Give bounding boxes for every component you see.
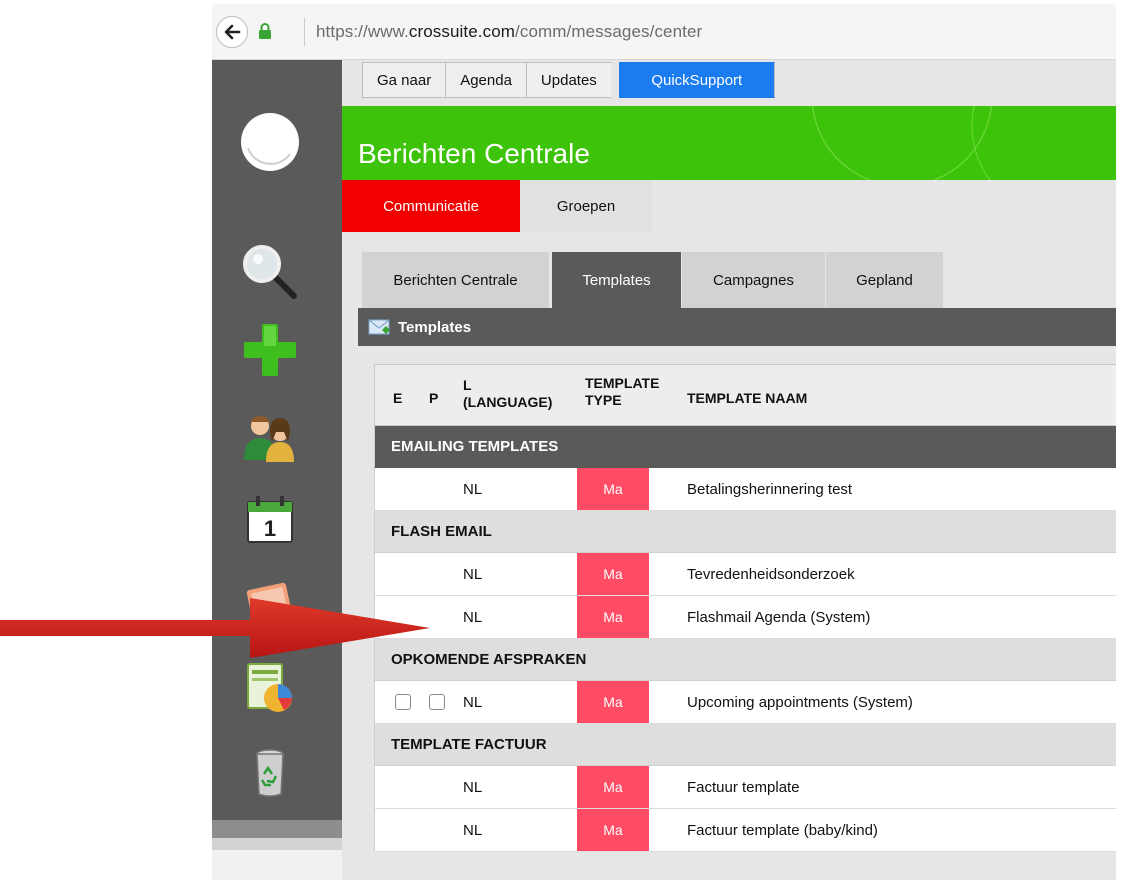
menu-ga-naar[interactable]: Ga naar xyxy=(362,62,446,98)
group-flash-email: FLASH EMAIL xyxy=(374,511,1116,553)
row-type-badge: Ma xyxy=(577,596,649,638)
sidebar-footer-bottom xyxy=(212,850,342,880)
back-button[interactable] xyxy=(216,16,248,48)
panel-title: Templates xyxy=(398,318,472,336)
group-opkomende-afspraken: OPKOMENDE AFSPRAKEN xyxy=(374,639,1116,681)
col-template-type: TEMPLATE TYPE xyxy=(585,375,659,409)
row-language: NL xyxy=(463,566,483,583)
col-type-line2: TYPE xyxy=(585,392,622,408)
row-template-name[interactable]: Tevredenheidsonderzoek xyxy=(687,566,855,583)
url-domain: crossuite.com xyxy=(408,22,516,41)
panel-header: Templates xyxy=(358,308,1116,346)
templates-table: E P L (LANGUAGE) TEMPLATE TYPE TEMPLATE NA… xyxy=(374,364,1116,852)
row-template-name[interactable]: Factuur template xyxy=(687,779,800,796)
row-language: NL xyxy=(463,779,483,796)
tab-campagnes[interactable]: Campagnes xyxy=(682,252,826,308)
row-template-name[interactable]: Betalingsherinnering test xyxy=(687,481,852,498)
browser-url-bar: https://www.crossuite.com/comm/messages/… xyxy=(212,4,1116,60)
email-checkbox[interactable] xyxy=(395,694,411,710)
menu-agenda[interactable]: Agenda xyxy=(445,62,526,98)
row-template-name[interactable]: Upcoming appointments (System) xyxy=(687,694,913,711)
add-icon xyxy=(244,324,296,376)
row-language: NL xyxy=(463,481,483,498)
url-path: /comm/messages/center xyxy=(515,22,703,41)
page-title: Berichten Centrale xyxy=(358,138,590,169)
sidebar-contacts[interactable] xyxy=(232,404,308,468)
trash-icon xyxy=(256,749,284,797)
table-row[interactable]: NL Ma Factuur template (baby/kind) xyxy=(374,809,1116,852)
col-e: E xyxy=(393,390,403,406)
col-template-naam: TEMPLATE NAAM xyxy=(687,390,808,406)
address-field[interactable]: https://www.crossuite.com/comm/messages/… xyxy=(316,22,702,42)
group-template-factuur: TEMPLATE FACTUUR xyxy=(374,724,1116,766)
col-language: L (LANGUAGE) xyxy=(463,377,552,411)
sidebar-footer-strip xyxy=(212,838,342,850)
annotation-arrow-icon xyxy=(0,598,430,658)
sidebar-search[interactable] xyxy=(232,240,308,304)
tab-templates[interactable]: Templates xyxy=(552,252,682,308)
row-type-badge: Ma xyxy=(577,766,649,808)
url-prefix: https://www. xyxy=(316,22,409,41)
col-type-line1: TEMPLATE xyxy=(585,375,660,391)
sidebar-trash[interactable] xyxy=(232,740,308,804)
page-banner: Berichten Centrale xyxy=(342,106,1116,180)
row-language: NL xyxy=(463,609,483,626)
table-header: E P L (LANGUAGE) TEMPLATE TYPE TEMPLATE NA… xyxy=(374,364,1116,426)
sidebar-calendar[interactable]: 1 xyxy=(232,488,308,552)
calendar-day: 1 xyxy=(264,516,276,541)
search-icon xyxy=(243,245,297,299)
table-row[interactable]: NL Ma Betalingsherinnering test xyxy=(374,468,1116,511)
menu-updates[interactable]: Updates xyxy=(525,62,611,98)
group-emailing-templates: EMAILING TEMPLATES xyxy=(374,426,1116,468)
top-menu: Ga naar Agenda Updates QuickSupport xyxy=(362,62,775,98)
print-checkbox[interactable] xyxy=(429,694,445,710)
tab-berichten-centrale[interactable]: Berichten Centrale xyxy=(362,252,550,308)
quicksupport-button[interactable]: QuickSupport xyxy=(618,62,775,98)
mail-icon xyxy=(368,319,390,335)
logo-icon xyxy=(241,113,299,171)
row-template-name[interactable]: Flashmail Agenda (System) xyxy=(687,609,870,626)
url-separator xyxy=(304,18,305,46)
calendar-icon: 1 xyxy=(247,496,293,543)
table-row[interactable]: NL Ma Upcoming appointments (System) xyxy=(374,681,1116,724)
sidebar-footer xyxy=(212,820,342,838)
sidebar-add[interactable] xyxy=(232,318,308,382)
row-language: NL xyxy=(463,694,483,711)
col-language-line2: (LANGUAGE) xyxy=(463,394,553,410)
table-row[interactable]: NL Ma Flashmail Agenda (System) xyxy=(374,596,1116,639)
row-language: NL xyxy=(463,822,483,839)
tab-gepland[interactable]: Gepland xyxy=(826,252,944,308)
row-type-badge: Ma xyxy=(577,809,649,851)
row-type-badge: Ma xyxy=(577,468,649,510)
table-row[interactable]: NL Ma Tevredenheidsonderzoek xyxy=(374,553,1116,596)
row-template-name[interactable]: Factuur template (baby/kind) xyxy=(687,822,878,839)
table-row[interactable]: NL Ma Factuur template xyxy=(374,766,1116,809)
sidebar-logo[interactable] xyxy=(232,110,308,174)
row-type-badge: Ma xyxy=(577,553,649,595)
tab-groepen[interactable]: Groepen xyxy=(520,180,652,232)
row-type-badge: Ma xyxy=(577,681,649,723)
tab-communicatie[interactable]: Communicatie xyxy=(342,180,520,232)
contacts-icon xyxy=(244,415,294,462)
arrow-left-icon xyxy=(224,24,241,40)
lock-icon xyxy=(259,23,271,39)
col-language-line1: L xyxy=(463,377,472,393)
col-p: P xyxy=(429,390,439,406)
